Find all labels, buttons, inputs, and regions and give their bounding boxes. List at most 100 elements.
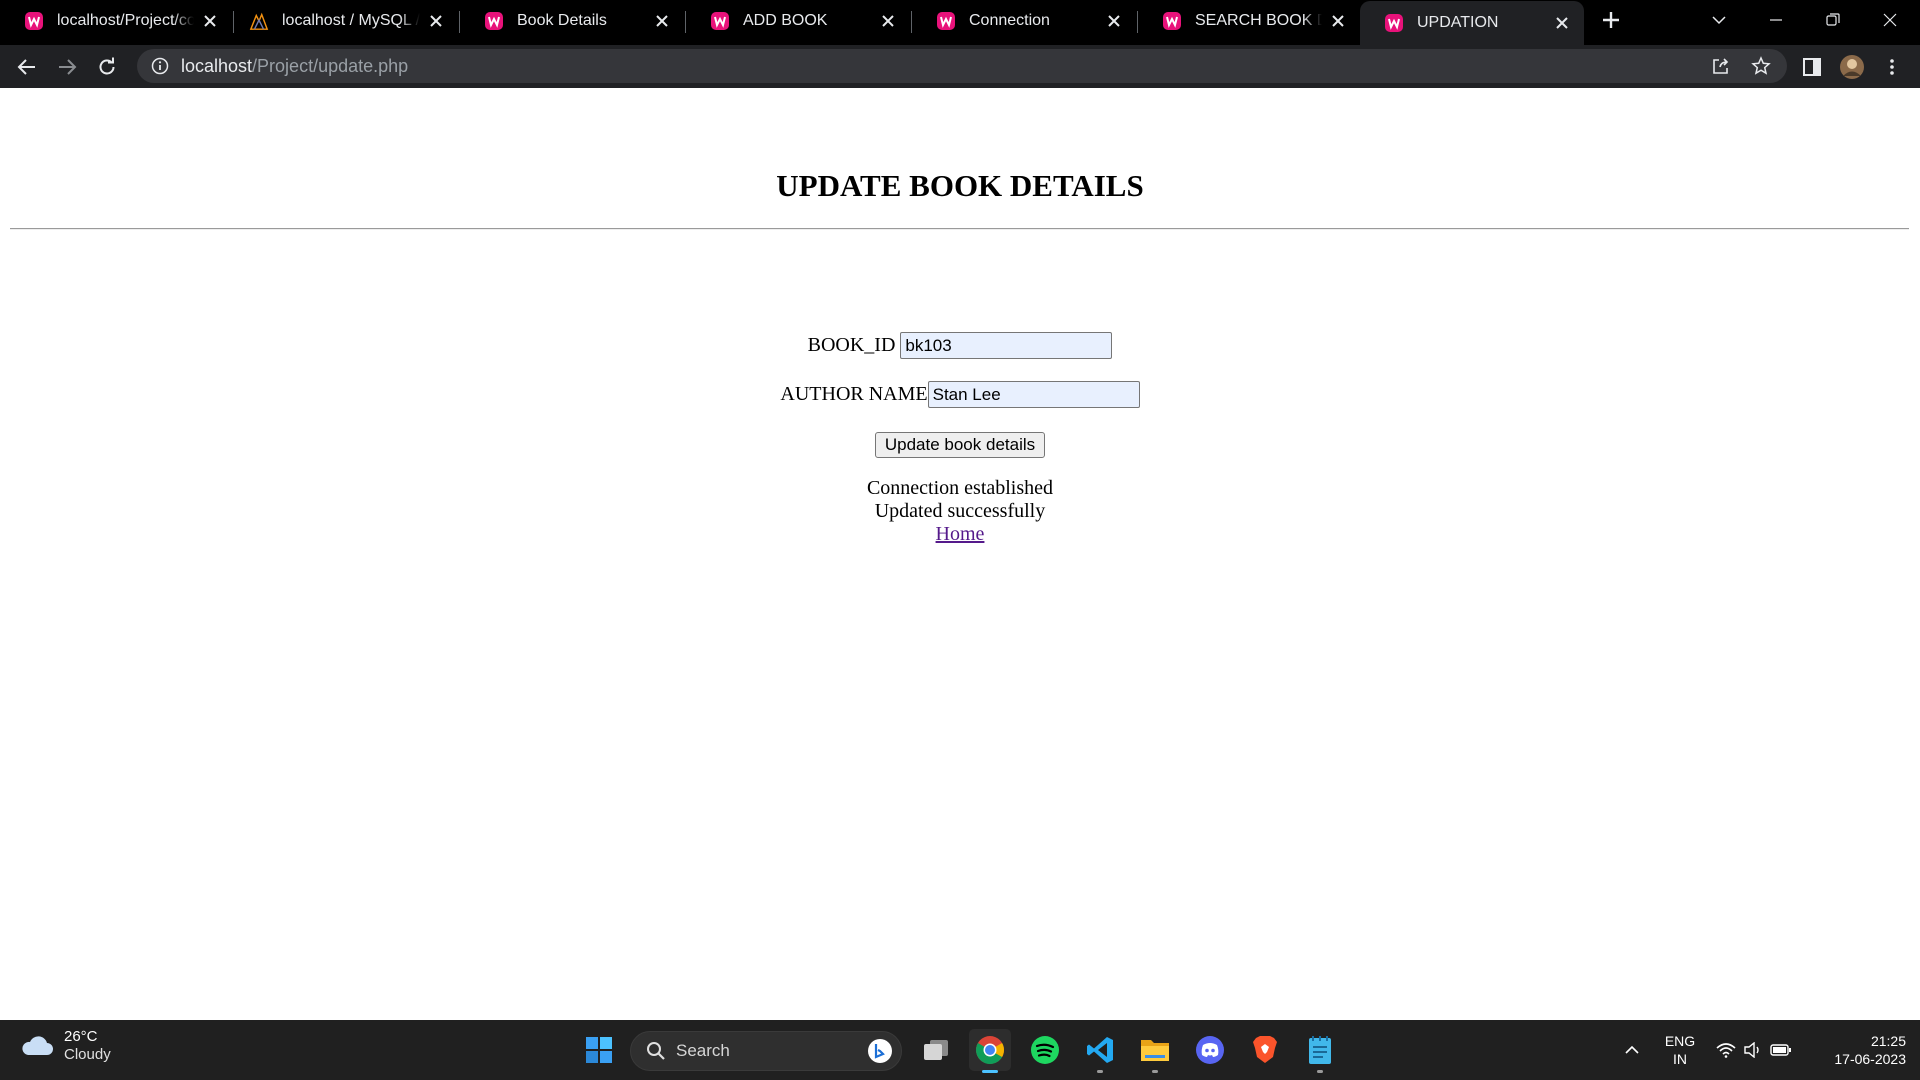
wamp-icon (710, 11, 730, 31)
chevron-down-icon (1712, 16, 1726, 25)
author-name-label: AUTHOR NAME (780, 383, 928, 405)
book-id-row: BOOK_ID (0, 332, 1920, 359)
language-indicator[interactable]: ENG IN (1658, 1020, 1702, 1080)
chevron-up-icon (1625, 1045, 1639, 1054)
weather-temperature: 26°C (64, 1028, 98, 1045)
clock-date: 17-06-2023 (1834, 1051, 1906, 1067)
close-icon[interactable] (652, 11, 672, 31)
url-host: localhost (181, 55, 253, 76)
task-view-button[interactable] (915, 1029, 957, 1071)
quick-settings-button[interactable] (1714, 1020, 1794, 1080)
tab-connection[interactable]: Connection (912, 0, 1136, 41)
author-name-input[interactable] (927, 381, 1140, 408)
taskbar-spotify[interactable] (1024, 1029, 1066, 1071)
search-label: Search (676, 1041, 730, 1060)
side-panel-icon (1803, 58, 1821, 76)
update-result-text: Updated successfully (874, 500, 1046, 522)
volume-icon (1744, 1042, 1759, 1058)
close-icon[interactable] (426, 11, 446, 31)
close-icon[interactable] (878, 11, 898, 31)
taskbar-notepad[interactable] (1299, 1029, 1341, 1073)
close-icon[interactable] (1104, 11, 1124, 31)
star-icon (1751, 56, 1771, 75)
spotify-icon (1031, 1036, 1059, 1064)
taskbar-file-explorer[interactable] (1134, 1029, 1176, 1073)
language-region: IN (1673, 1051, 1687, 1067)
tab-connection-file[interactable]: localhost/Project/conn (0, 0, 232, 41)
reload-button[interactable] (91, 51, 123, 83)
battery-icon (1770, 1044, 1791, 1056)
arrow-left-icon (17, 59, 35, 75)
tab-title: SEARCH BOOK DETAILS (1195, 11, 1322, 29)
wamp-icon (1162, 11, 1182, 31)
running-indicator (1152, 1070, 1158, 1073)
taskbar-discord[interactable] (1189, 1029, 1231, 1071)
running-indicator (982, 1070, 998, 1073)
restore-icon (1826, 13, 1840, 26)
book-id-input[interactable] (900, 332, 1113, 359)
reload-icon (99, 57, 115, 75)
home-link[interactable]: Home (936, 523, 985, 545)
discord-icon (1196, 1036, 1224, 1064)
tab-add-book[interactable]: ADD BOOK (686, 0, 910, 41)
page-content: UPDATE BOOK DETAILS BOOK_ID AUTHOR NAME … (0, 88, 1920, 1020)
minimize-button[interactable] (1748, 0, 1804, 40)
search-icon (647, 1042, 665, 1060)
profile-avatar[interactable] (1836, 51, 1868, 83)
tab-phpmyadmin[interactable]: localhost / MySQL / test (234, 0, 458, 41)
running-indicator (1097, 1070, 1103, 1073)
author-name-row: AUTHOR NAME (0, 381, 1920, 408)
bookmark-button[interactable] (1745, 49, 1777, 83)
notepad-icon (1309, 1036, 1331, 1064)
tab-book-details[interactable]: Book Details (460, 0, 684, 41)
kebab-menu-icon (1890, 59, 1894, 75)
tab-search-book-details[interactable]: SEARCH BOOK DETAILS (1138, 0, 1360, 41)
taskbar-brave[interactable] (1244, 1029, 1286, 1071)
running-indicator (1317, 1070, 1323, 1073)
taskbar-chrome[interactable] (969, 1029, 1011, 1073)
wifi-icon (1716, 1043, 1736, 1058)
wamp-icon (484, 11, 504, 31)
share-button[interactable] (1705, 49, 1737, 83)
weather-widget[interactable]: 26°C Cloudy (20, 1028, 111, 1064)
close-icon[interactable] (1552, 13, 1572, 33)
start-button[interactable] (578, 1029, 620, 1071)
avatar-icon (1840, 55, 1864, 79)
vscode-icon (1087, 1037, 1113, 1063)
new-tab-button[interactable] (1583, 0, 1639, 40)
page-title: UPDATE BOOK DETAILS (776, 168, 1144, 203)
close-window-button[interactable] (1862, 0, 1918, 40)
clock[interactable]: 21:25 17-06-2023 (1806, 1020, 1906, 1080)
language-code: ENG (1664, 1033, 1696, 1049)
minimize-icon (1770, 19, 1782, 21)
url-text[interactable]: localhost/Project/update.php (181, 56, 408, 77)
chrome-icon (976, 1036, 1004, 1064)
update-book-details-button[interactable]: Update book details (874, 432, 1046, 458)
weather-condition: Cloudy (64, 1046, 111, 1063)
address-bar[interactable]: localhost/Project/update.php (137, 49, 1787, 83)
close-icon[interactable] (1328, 11, 1348, 31)
taskbar-search-box[interactable]: Search (630, 1031, 902, 1071)
windows-start-icon (586, 1037, 612, 1063)
show-hidden-icons-button[interactable] (1618, 1020, 1646, 1080)
info-icon[interactable] (151, 57, 169, 75)
phpmyadmin-icon (249, 11, 269, 31)
windows-taskbar: 26°C Cloudy Search ENG IN 21:25 17-06-20… (0, 1020, 1920, 1080)
tab-updation[interactable]: UPDATION (1360, 1, 1584, 45)
connection-status-text: Connection established (866, 477, 1054, 499)
browser-menu-button[interactable] (1876, 51, 1908, 83)
horizontal-rule (10, 228, 1909, 230)
taskbar-vscode[interactable] (1079, 1029, 1121, 1073)
book-id-label: BOOK_ID (807, 334, 896, 356)
tab-title: localhost/Project/conn (57, 11, 194, 29)
restore-button[interactable] (1805, 0, 1861, 40)
close-icon (1883, 13, 1897, 27)
close-icon[interactable] (200, 11, 220, 31)
back-button[interactable] (11, 51, 43, 83)
tab-strip: localhost/Project/conn localhost / MySQL… (0, 0, 1920, 45)
forward-button[interactable] (51, 51, 83, 83)
tab-search-button[interactable] (1691, 0, 1747, 40)
bing-icon (868, 1039, 892, 1063)
tab-title: Book Details (517, 11, 607, 29)
side-panel-button[interactable] (1796, 51, 1828, 83)
